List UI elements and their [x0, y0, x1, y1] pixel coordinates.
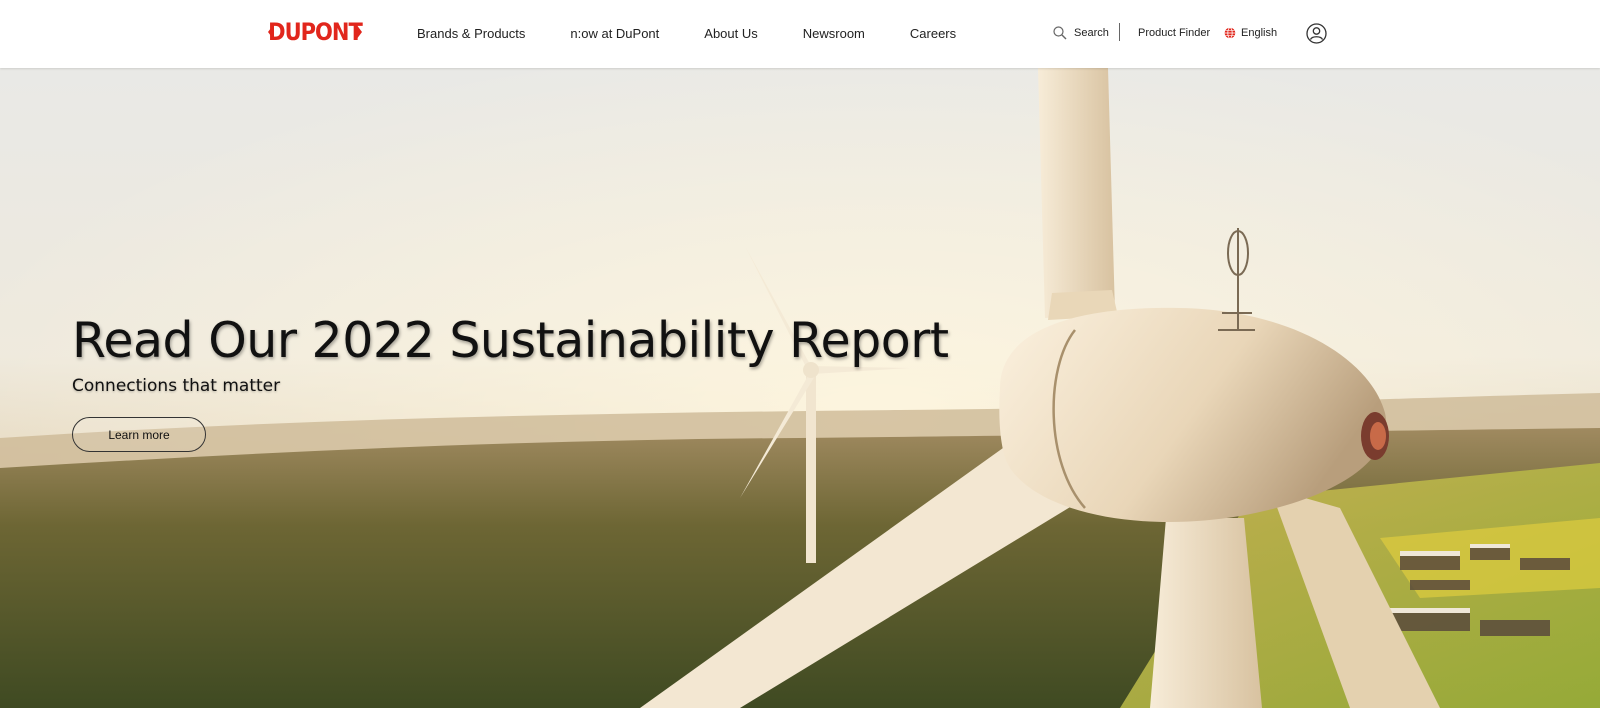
nav-item-careers[interactable]: Careers — [910, 26, 956, 41]
user-account-icon — [1306, 22, 1327, 44]
logo-wordmark: DUPONT — [268, 18, 363, 46]
hero-title: Read Our 2022 Sustainability Report — [72, 312, 949, 369]
product-finder-link[interactable]: Product Finder — [1138, 0, 1210, 66]
nav-item-brands-products[interactable]: Brands & Products — [417, 26, 525, 41]
utility-divider — [1119, 23, 1120, 41]
nav-item-about-us[interactable]: About Us — [704, 26, 757, 41]
dupont-logo[interactable]: DUPONT — [268, 18, 363, 46]
hero-banner: Read Our 2022 Sustainability Report Conn… — [0, 68, 1600, 708]
search-icon — [1053, 26, 1067, 40]
learn-more-button[interactable]: Learn more — [72, 417, 206, 452]
hero-subtitle: Connections that matter — [72, 376, 281, 396]
nav-item-now-at-dupont[interactable]: n:ow at DuPont — [570, 26, 659, 41]
search-label: Search — [1074, 27, 1109, 39]
main-nav: Brands & Products n:ow at DuPont About U… — [417, 0, 1001, 66]
language-selector[interactable]: English — [1224, 0, 1277, 66]
site-header: DUPONT Brands & Products n:ow at DuPont … — [0, 0, 1600, 68]
nav-item-newsroom[interactable]: Newsroom — [803, 26, 865, 41]
language-label: English — [1241, 27, 1278, 39]
account-button[interactable] — [1306, 0, 1327, 66]
globe-icon — [1224, 27, 1236, 39]
search-button[interactable]: Search — [1053, 0, 1109, 66]
